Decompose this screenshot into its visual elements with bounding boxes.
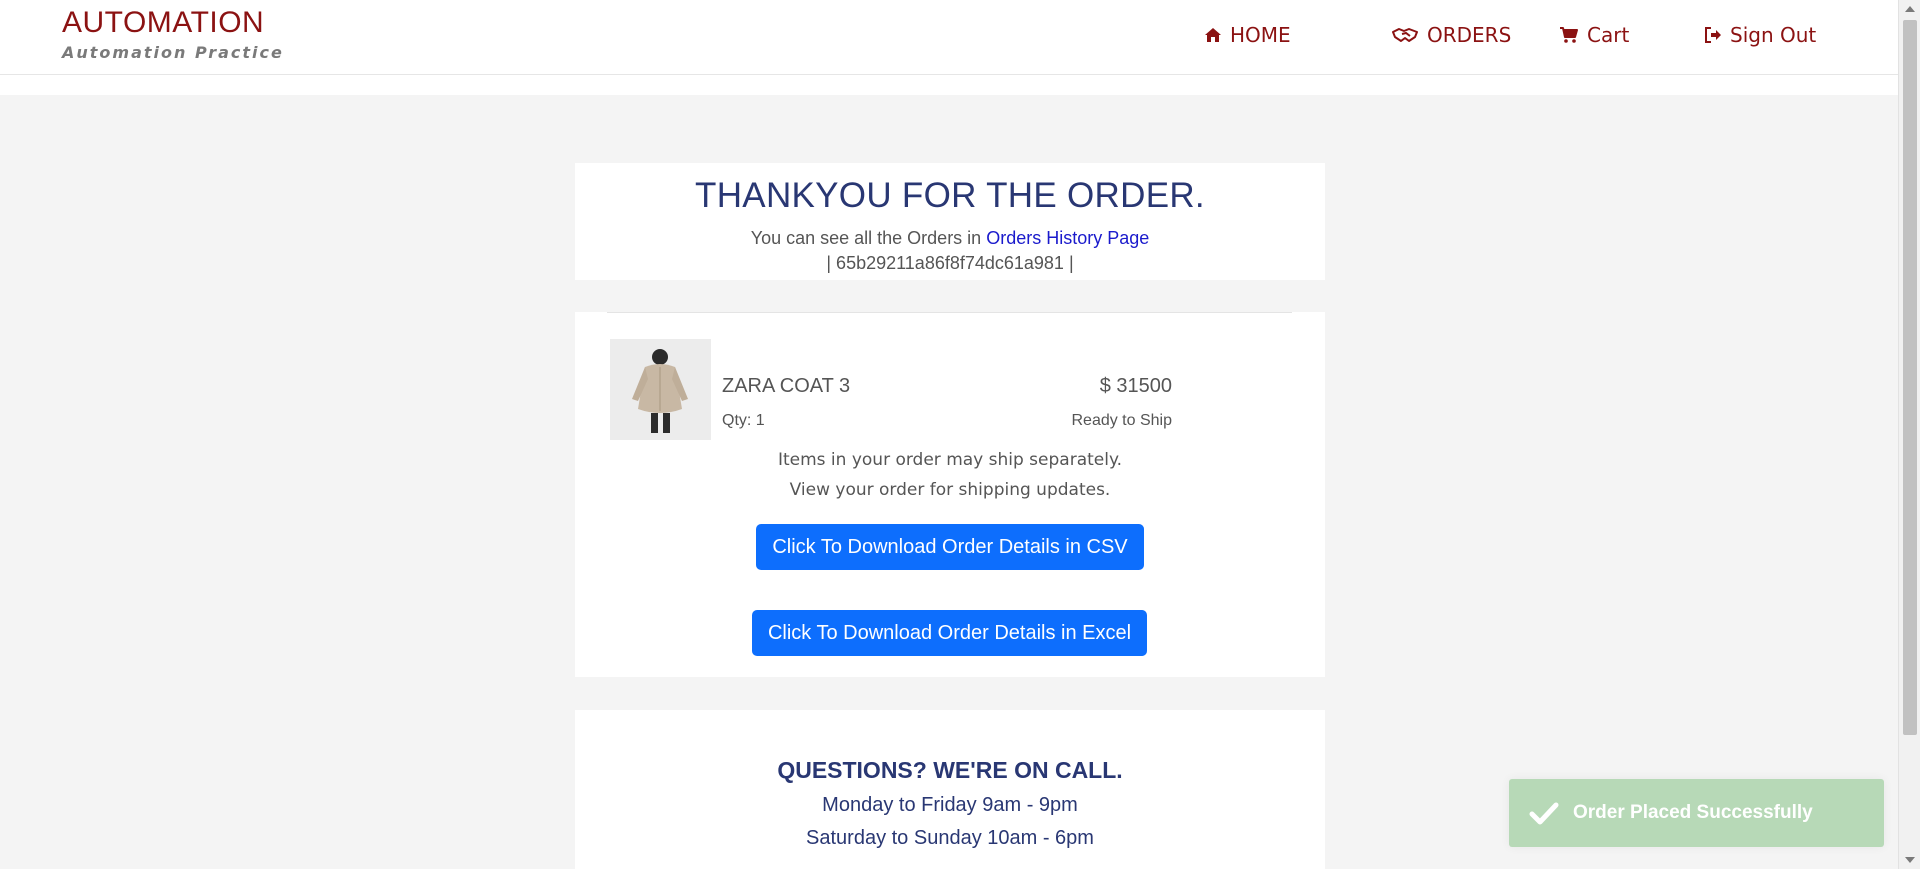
page-title: THANKYOU FOR THE ORDER. xyxy=(695,176,1205,215)
brand-subtitle: Automation Practice xyxy=(62,43,284,62)
toast-message: Order Placed Successfully xyxy=(1573,802,1813,823)
vertical-scrollbar[interactable] xyxy=(1898,0,1920,869)
coat-image-icon xyxy=(610,339,711,440)
product-status: Ready to Ship xyxy=(1071,412,1172,429)
shipping-note-line2: View your order for shipping updates. xyxy=(789,480,1111,500)
weekend-hours: Saturday to Sunday 10am - 6pm xyxy=(806,827,1094,849)
weekday-hours: Monday to Friday 9am - 9pm xyxy=(822,794,1078,816)
nav-cart-link[interactable]: Cart xyxy=(1559,22,1629,48)
nav-orders-link[interactable]: ORDERS xyxy=(1391,22,1511,48)
nav-cart-label: Cart xyxy=(1587,23,1630,47)
download-csv-button[interactable]: Click To Download Order Details in CSV xyxy=(756,524,1144,570)
order-confirmation-header: THANKYOU FOR THE ORDER. You can see all … xyxy=(575,163,1325,280)
download-excel-button[interactable]: Click To Download Order Details in Excel xyxy=(752,610,1147,656)
top-navbar: AUTOMATION Automation Practice HOME ORDE… xyxy=(0,0,1898,75)
order-summary: ZARA COAT 3 $ 31500 Qty: 1 Ready to Ship… xyxy=(575,312,1325,677)
scroll-down-icon[interactable] xyxy=(1905,857,1915,863)
sign-out-icon xyxy=(1705,27,1721,43)
shipping-note-line1: Items in your order may ship separately. xyxy=(777,450,1123,470)
nav-home-link[interactable]: HOME xyxy=(1204,22,1291,48)
home-icon xyxy=(1205,28,1221,42)
nav-orders-label: ORDERS xyxy=(1427,23,1512,47)
nav-home-label: HOME xyxy=(1230,23,1291,47)
orders-history-prefix: You can see all the Orders in xyxy=(750,228,987,248)
scroll-thumb[interactable] xyxy=(1903,20,1917,735)
nav-sign-out-link[interactable]: Sign Out xyxy=(1704,22,1816,48)
header-spacer xyxy=(0,75,1898,95)
brand-title: AUTOMATION xyxy=(62,6,265,39)
orders-history-text: You can see all the Orders in Orders His… xyxy=(575,228,1325,249)
product-price: $ 31500 xyxy=(1099,375,1172,397)
shipping-note: Items in your order may ship separately.… xyxy=(575,445,1325,505)
divider xyxy=(607,312,1292,313)
handshake-icon xyxy=(1392,28,1418,42)
order-id: | 65b29211a86f8f74dc61a981 | xyxy=(826,253,1074,273)
support-title: QUESTIONS? WE'RE ON CALL. xyxy=(777,757,1123,783)
product-quantity: Qty: 1 xyxy=(722,412,765,429)
brand[interactable]: AUTOMATION Automation Practice xyxy=(62,6,284,62)
scroll-up-icon[interactable] xyxy=(1905,6,1915,12)
cart-icon xyxy=(1560,27,1578,43)
product-image xyxy=(610,339,711,440)
success-toast[interactable]: Order Placed Successfully xyxy=(1509,779,1884,847)
nav-sign-out-label: Sign Out xyxy=(1730,23,1817,47)
support-info: QUESTIONS? WE'RE ON CALL. Monday to Frid… xyxy=(575,710,1325,869)
check-icon xyxy=(1529,802,1559,825)
product-name: ZARA COAT 3 xyxy=(722,375,851,397)
orders-history-link[interactable]: Orders History Page xyxy=(986,228,1149,248)
